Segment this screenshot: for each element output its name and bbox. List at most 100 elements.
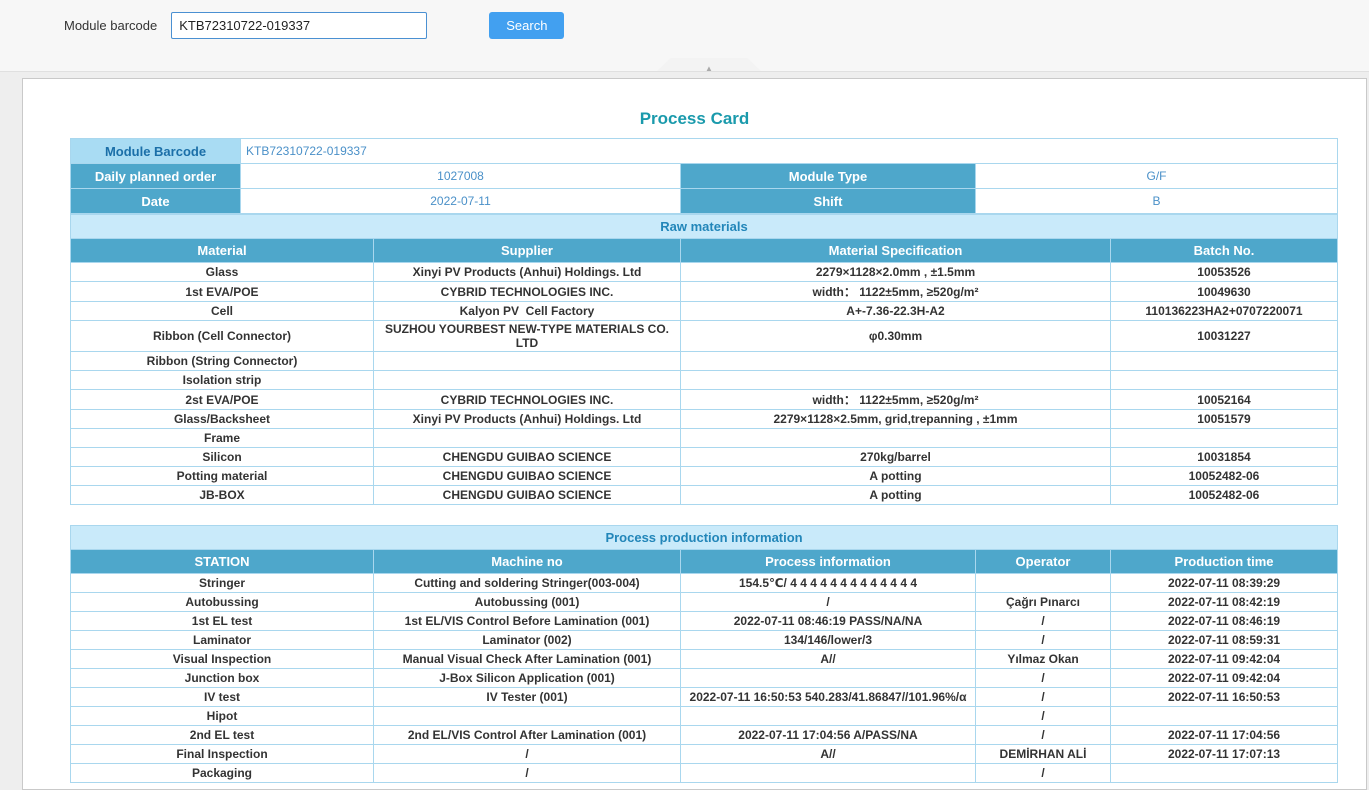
supplier-cell: Kalyon PV Cell Factory — [374, 302, 681, 321]
time-cell — [1111, 707, 1338, 726]
col-header-batch-no: Batch No. — [1111, 239, 1338, 263]
process-info-cell — [681, 764, 976, 783]
module-barcode-row-label: Module Barcode — [71, 139, 241, 164]
process-row: 2nd EL test 2nd EL/VIS Control After Lam… — [71, 726, 1338, 745]
process-production-banner: Process production information — [71, 526, 1338, 550]
material-cell: Potting material — [71, 467, 374, 486]
col-header-station: STATION — [71, 550, 374, 574]
batch-cell: 10052164 — [1111, 390, 1338, 410]
module-barcode-input[interactable] — [171, 12, 427, 39]
col-header-operator: Operator — [976, 550, 1111, 574]
spec-cell: 2279×1128×2.5mm, grid,trepanning , ±1mm — [681, 410, 1111, 429]
machine-cell: Laminator (002) — [374, 631, 681, 650]
supplier-cell — [374, 352, 681, 371]
raw-material-row: Glass/Backsheet Xinyi PV Products (Anhui… — [71, 410, 1338, 429]
station-cell: Final Inspection — [71, 745, 374, 764]
raw-material-row: Silicon CHENGDU GUIBAO SCIENCE 270kg/bar… — [71, 448, 1338, 467]
module-info-table: Module Barcode KTB72310722-019337 Daily … — [70, 138, 1338, 214]
supplier-cell: Xinyi PV Products (Anhui) Holdings. Ltd — [374, 263, 681, 282]
material-cell: Isolation strip — [71, 371, 374, 390]
process-row: Laminator Laminator (002) 134/146/lower/… — [71, 631, 1338, 650]
time-cell: 2022-07-11 09:42:04 — [1111, 650, 1338, 669]
process-row: Visual Inspection Manual Visual Check Af… — [71, 650, 1338, 669]
process-info-cell — [681, 707, 976, 726]
batch-cell: 10031854 — [1111, 448, 1338, 467]
section-gap — [23, 505, 1366, 525]
machine-cell: Cutting and soldering Stringer(003-004) — [374, 574, 681, 593]
search-button[interactable]: Search — [489, 12, 564, 39]
machine-cell: IV Tester (001) — [374, 688, 681, 707]
process-row: 1st EL test 1st EL/VIS Control Before La… — [71, 612, 1338, 631]
operator-cell: / — [976, 764, 1111, 783]
spec-cell: width： 1122±5mm, ≥520g/m² — [681, 390, 1111, 410]
batch-cell: 110136223HA2+0707220071 — [1111, 302, 1338, 321]
raw-material-row: Frame — [71, 429, 1338, 448]
page-title: Process Card — [23, 109, 1366, 129]
table-row: Date 2022-07-11 Shift B — [71, 189, 1338, 214]
module-barcode-label: Module barcode — [64, 18, 157, 33]
station-cell: IV test — [71, 688, 374, 707]
machine-cell: / — [374, 764, 681, 783]
material-cell: Frame — [71, 429, 374, 448]
operator-cell: / — [976, 688, 1111, 707]
col-header-material-specification: Material Specification — [681, 239, 1111, 263]
material-cell: Ribbon (String Connector) — [71, 352, 374, 371]
machine-cell: 1st EL/VIS Control Before Lamination (00… — [374, 612, 681, 631]
col-header-machine-no: Machine no — [374, 550, 681, 574]
process-info-cell: / — [681, 593, 976, 612]
operator-cell: / — [976, 631, 1111, 650]
station-cell: Laminator — [71, 631, 374, 650]
raw-material-row: Potting material CHENGDU GUIBAO SCIENCE … — [71, 467, 1338, 486]
spec-cell — [681, 352, 1111, 371]
process-info-cell: 2022-07-11 16:50:53 540.283/41.86847//10… — [681, 688, 976, 707]
module-type-label: Module Type — [681, 164, 976, 189]
material-cell: Ribbon (Cell Connector) — [71, 321, 374, 352]
operator-cell: / — [976, 612, 1111, 631]
raw-material-row: 2st EVA/POE CYBRID TECHNOLOGIES INC. wid… — [71, 390, 1338, 410]
process-info-cell: 154.5℃/ 4 4 4 4 4 4 4 4 4 4 4 4 4 — [681, 574, 976, 593]
process-row: Junction box J-Box Silicon Application (… — [71, 669, 1338, 688]
screen: Module barcode Search ▲ Process Card Mod… — [0, 0, 1369, 790]
operator-cell: / — [976, 726, 1111, 745]
shift-label: Shift — [681, 189, 976, 214]
header-row: Material Supplier Material Specification… — [71, 239, 1338, 263]
spec-cell: A potting — [681, 467, 1111, 486]
supplier-cell — [374, 429, 681, 448]
station-cell: Hipot — [71, 707, 374, 726]
machine-cell: Manual Visual Check After Lamination (00… — [374, 650, 681, 669]
module-barcode-value: KTB72310722-019337 — [241, 139, 1338, 164]
col-header-supplier: Supplier — [374, 239, 681, 263]
machine-cell: Autobussing (001) — [374, 593, 681, 612]
raw-material-row: Ribbon (String Connector) — [71, 352, 1338, 371]
collapse-panel-handle[interactable]: ▲ — [657, 58, 761, 71]
daily-planned-order-label: Daily planned order — [71, 164, 241, 189]
time-cell: 2022-07-11 09:42:04 — [1111, 669, 1338, 688]
section-banner-row: Process production information — [71, 526, 1338, 550]
supplier-cell — [374, 371, 681, 390]
time-cell: 2022-07-11 17:07:13 — [1111, 745, 1338, 764]
search-row: Module barcode Search — [0, 0, 1369, 39]
raw-material-row: Isolation strip — [71, 371, 1338, 390]
material-cell: 2st EVA/POE — [71, 390, 374, 410]
time-cell — [1111, 764, 1338, 783]
raw-material-row: 1st EVA/POE CYBRID TECHNOLOGIES INC. wid… — [71, 282, 1338, 302]
spec-cell: A+-7.36-22.3H-A2 — [681, 302, 1111, 321]
material-cell: Glass — [71, 263, 374, 282]
supplier-cell: Xinyi PV Products (Anhui) Holdings. Ltd — [374, 410, 681, 429]
machine-cell: J-Box Silicon Application (001) — [374, 669, 681, 688]
batch-cell: 10052482-06 — [1111, 467, 1338, 486]
spec-cell: 270kg/barrel — [681, 448, 1111, 467]
raw-material-row: Cell Kalyon PV Cell Factory A+-7.36-22.3… — [71, 302, 1338, 321]
operator-cell: Çağrı Pınarcı — [976, 593, 1111, 612]
time-cell: 2022-07-11 16:50:53 — [1111, 688, 1338, 707]
process-row: Autobussing Autobussing (001) / Çağrı Pı… — [71, 593, 1338, 612]
material-cell: Glass/Backsheet — [71, 410, 374, 429]
process-row: IV test IV Tester (001) 2022-07-11 16:50… — [71, 688, 1338, 707]
machine-cell: 2nd EL/VIS Control After Lamination (001… — [374, 726, 681, 745]
time-cell: 2022-07-11 08:59:31 — [1111, 631, 1338, 650]
section-banner-row: Raw materials — [71, 215, 1338, 239]
process-row: Final Inspection / A// DEMİRHAN ALİ 2022… — [71, 745, 1338, 764]
process-info-cell: A// — [681, 650, 976, 669]
station-cell: 1st EL test — [71, 612, 374, 631]
search-bar: Module barcode Search ▲ — [0, 0, 1369, 72]
